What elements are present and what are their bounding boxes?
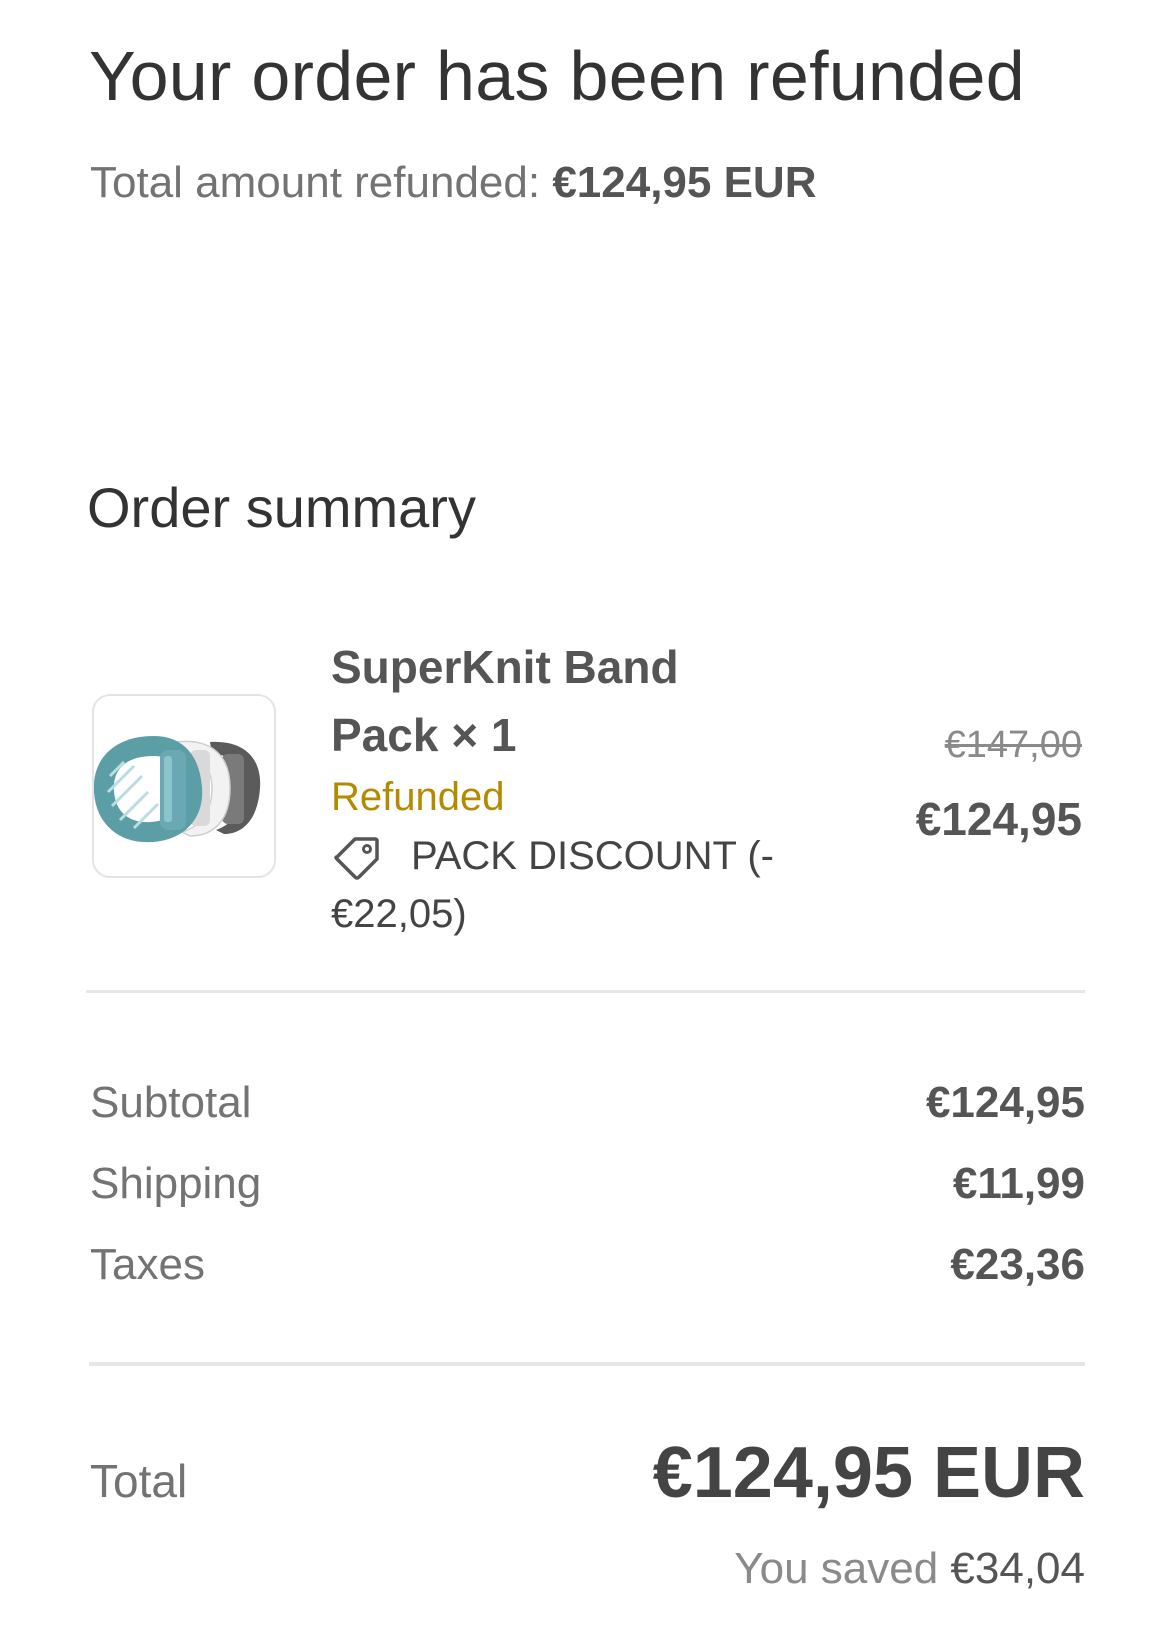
shipping-label: Shipping: [90, 1159, 262, 1208]
discounted-price: €124,95: [915, 793, 1082, 845]
taxes-row: Taxes €23,36: [90, 1240, 1085, 1290]
shipping-row: Shipping €11,99: [90, 1159, 1085, 1209]
discount-text: PACK DISCOUNT (-€22,05): [331, 834, 774, 936]
total-value: €124,95 EUR: [652, 1433, 1085, 1513]
taxes-value: €23,36: [950, 1240, 1085, 1289]
total-row: Total €124,95 EUR: [90, 1432, 1085, 1514]
order-summary-heading: Order summary: [87, 476, 476, 539]
taxes-label: Taxes: [90, 1240, 205, 1289]
refund-total: Total amount refunded: €124,95 EUR: [90, 158, 816, 208]
band-pack-illustration: [94, 735, 261, 843]
shipping-value: €11,99: [952, 1159, 1085, 1208]
page-title: Your order has been refunded: [89, 37, 1025, 115]
refund-total-label: Total amount refunded:: [90, 158, 553, 207]
discount-line: PACK DISCOUNT (-€22,05): [331, 827, 831, 943]
item-price: €147,00 €124,95: [916, 719, 1082, 847]
subtotal-label: Subtotal: [90, 1078, 252, 1127]
savings-note: You saved €34,04: [734, 1544, 1085, 1594]
divider: [89, 1362, 1085, 1366]
refund-status-badge: Refunded: [331, 775, 505, 819]
product-image: [92, 694, 276, 878]
saved-label: You saved: [734, 1544, 951, 1593]
subtotal-row: Subtotal €124,95: [90, 1078, 1085, 1128]
product-name[interactable]: SuperKnit Band Pack × 1: [331, 633, 751, 769]
divider: [86, 990, 1085, 993]
product-details: SuperKnit Band Pack × 1 Refunded PACK DI…: [331, 633, 831, 943]
subtotal-value: €124,95: [925, 1078, 1085, 1127]
tag-icon: [334, 837, 379, 880]
saved-amount: €34,04: [950, 1544, 1085, 1593]
refund-total-amount: €124,95 EUR: [552, 158, 817, 207]
total-label: Total: [90, 1455, 188, 1507]
order-status-page: Your order has been refunded Total amoun…: [0, 0, 1170, 1642]
original-price: €147,00: [944, 724, 1082, 766]
